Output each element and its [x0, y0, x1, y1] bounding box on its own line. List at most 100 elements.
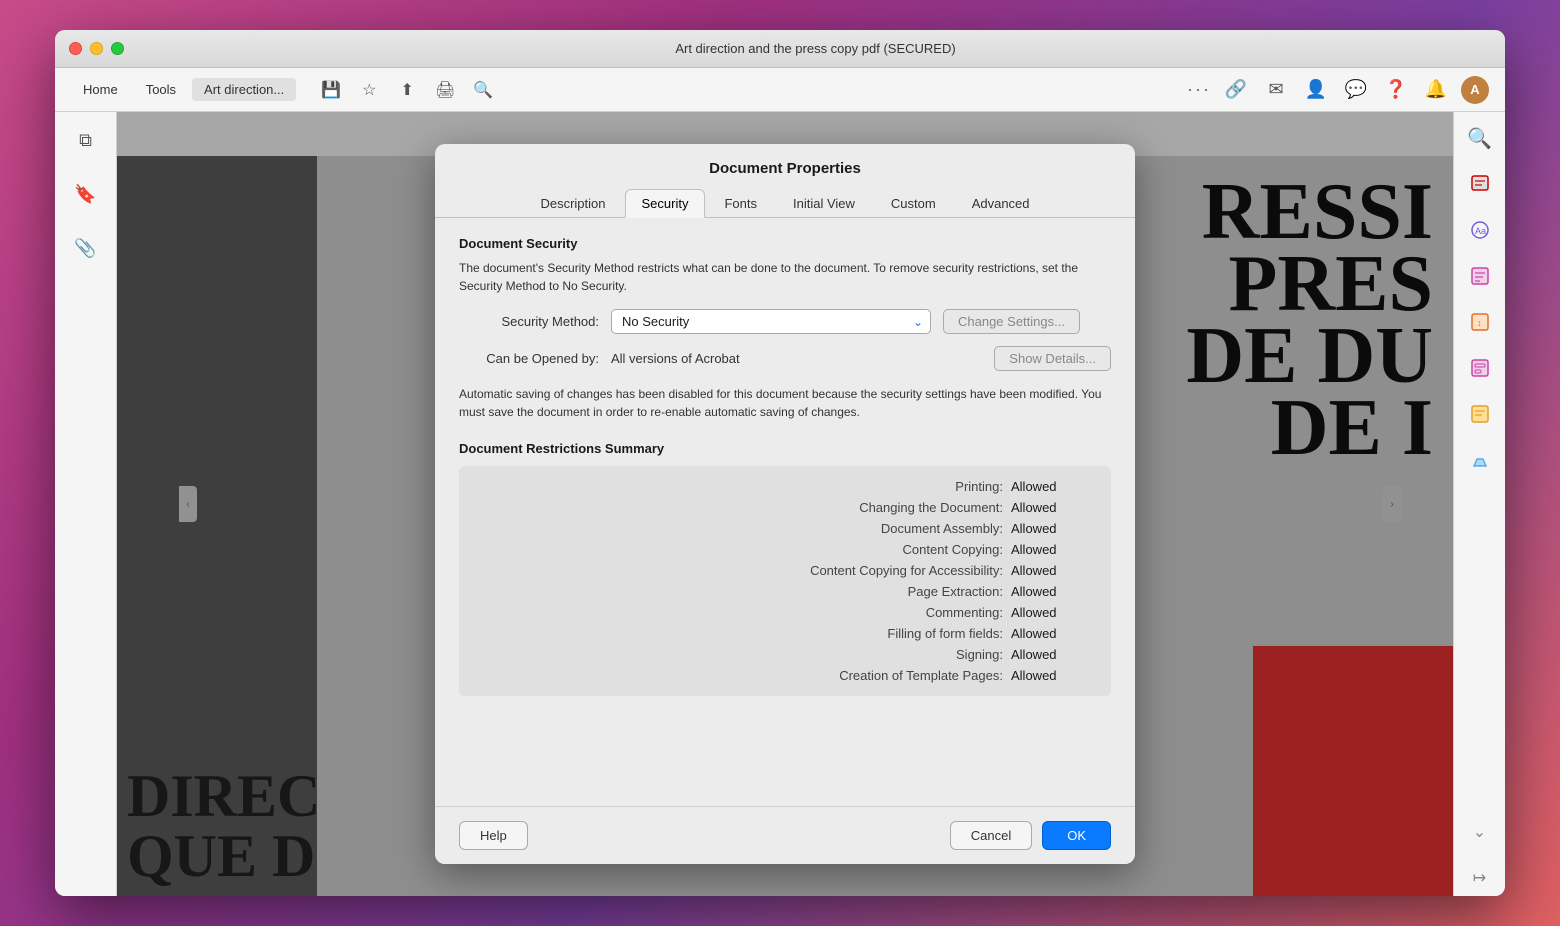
show-details-button[interactable]: Show Details... — [994, 346, 1111, 371]
can-be-opened-value: All versions of Acrobat — [611, 351, 982, 366]
add-user-icon[interactable]: 👤 — [1301, 75, 1331, 105]
restrictions-table: Printing:AllowedChanging the Document:Al… — [459, 466, 1111, 696]
maximize-button[interactable] — [111, 42, 124, 55]
footer-right: Cancel OK — [950, 821, 1111, 850]
security-method-row: Security Method: No Security ⌄ Change Se… — [459, 309, 1111, 334]
restriction-label: Creation of Template Pages: — [743, 668, 1003, 683]
print-icon[interactable]: 🖨 — [430, 75, 460, 105]
upload-icon[interactable]: ⬆ — [392, 75, 422, 105]
restriction-value: Allowed — [1011, 542, 1091, 557]
autosave-notice: Automatic saving of changes has been dis… — [459, 385, 1111, 421]
restriction-value: Allowed — [1011, 605, 1091, 620]
dialog-content: Document Security The document's Securit… — [435, 218, 1135, 806]
toolbar-nav: Home Tools Art direction... — [71, 78, 296, 101]
dialog-title-bar: Document Properties — [435, 144, 1135, 189]
dialog-overlay: Document Properties Description Security… — [117, 112, 1453, 896]
mail-icon[interactable]: ✉ — [1261, 75, 1291, 105]
restriction-row: Signing:Allowed — [459, 644, 1091, 665]
restriction-value: Allowed — [1011, 626, 1091, 641]
help-icon[interactable]: ❓ — [1381, 75, 1411, 105]
restriction-row: Printing: Allowed — [459, 476, 1091, 497]
compress-icon[interactable]: ↕ — [1462, 304, 1498, 340]
tab-security[interactable]: Security — [625, 189, 706, 218]
restriction-label: Changing the Document: — [743, 500, 1003, 515]
share-icon[interactable]: 🔗 — [1221, 75, 1251, 105]
window-title: Art direction and the press copy pdf (SE… — [140, 41, 1491, 56]
app-body: ⧉ 🔖 📎 DIRECQUE D RESSIPRESDE DUDE I ‹ › — [55, 112, 1505, 896]
can-be-opened-label: Can be Opened by: — [459, 351, 599, 366]
search-icon[interactable]: 🔍 — [468, 75, 498, 105]
help-button[interactable]: Help — [459, 821, 528, 850]
save-icon[interactable]: 💾 — [316, 75, 346, 105]
zoom-in-icon[interactable]: 🔍 — [1462, 120, 1498, 156]
translate-icon[interactable]: Aa — [1462, 212, 1498, 248]
tab-initial-view[interactable]: Initial View — [776, 189, 872, 218]
security-method-select-wrapper: No Security ⌄ — [611, 309, 931, 334]
pages-icon[interactable]: ⧉ — [68, 122, 104, 158]
tab-description[interactable]: Description — [523, 189, 622, 218]
close-button[interactable] — [69, 42, 82, 55]
restriction-row: Creation of Template Pages: Allowed — [459, 665, 1091, 686]
change-settings-button[interactable]: Change Settings... — [943, 309, 1080, 334]
security-method-select[interactable]: No Security — [611, 309, 931, 334]
restriction-value: Allowed — [1011, 563, 1091, 578]
tab-advanced[interactable]: Advanced — [955, 189, 1047, 218]
restriction-label: Printing: — [743, 479, 1003, 494]
edit-pdf-icon[interactable] — [1462, 166, 1498, 202]
restriction-label: Page Extraction: — [743, 584, 1003, 599]
restriction-label: Filling of form fields: — [743, 626, 1003, 641]
tab-custom[interactable]: Custom — [874, 189, 953, 218]
notification-icon[interactable]: 🔔 — [1421, 75, 1451, 105]
title-bar: Art direction and the press copy pdf (SE… — [55, 30, 1505, 68]
nav-tools[interactable]: Tools — [134, 78, 188, 101]
restriction-row: Commenting: Allowed — [459, 602, 1091, 623]
ok-button[interactable]: OK — [1042, 821, 1111, 850]
expand-icon[interactable]: ⌄ — [1462, 814, 1498, 850]
restriction-label: Content Copying: — [743, 542, 1003, 557]
traffic-lights — [69, 42, 124, 55]
app-toolbar: Home Tools Art direction... 💾 ☆ ⬆ 🖨 🔍 ··… — [55, 68, 1505, 112]
user-avatar[interactable]: A — [1461, 76, 1489, 104]
restrictions-section: Document Restrictions Summary Printing: A… — [459, 441, 1111, 696]
restriction-row: Content Copying for Accessibility: Allowe… — [459, 560, 1091, 581]
sticky-note-icon[interactable] — [1462, 396, 1498, 432]
bookmark-sidebar-icon[interactable]: 🔖 — [68, 176, 104, 212]
chat-icon[interactable]: 💬 — [1341, 75, 1371, 105]
restrictions-title: Document Restrictions Summary — [459, 441, 1111, 456]
restriction-label: Commenting: — [743, 605, 1003, 620]
restriction-value: Allowed — [1011, 584, 1091, 599]
toolbar-right: ··· 🔗 ✉ 👤 💬 ❓ 🔔 A — [1187, 75, 1489, 105]
restriction-label: Content Copying for Accessibility: — [743, 563, 1003, 578]
attachment-icon[interactable]: 📎 — [68, 230, 104, 266]
highlight-icon[interactable] — [1462, 442, 1498, 478]
cancel-button[interactable]: Cancel — [950, 821, 1032, 850]
restriction-value: Allowed — [1011, 668, 1091, 683]
svg-text:↕: ↕ — [1477, 318, 1482, 328]
exit-icon[interactable]: ↦ — [1462, 860, 1498, 896]
document-properties-dialog: Document Properties Description Security… — [435, 144, 1135, 864]
restriction-row: Filling of form fields: Allowed — [459, 623, 1091, 644]
document-security-title: Document Security — [459, 236, 1111, 251]
restriction-row: Document Assembly: Allowed — [459, 518, 1091, 539]
minimize-button[interactable] — [90, 42, 103, 55]
restriction-value: Allowed — [1011, 521, 1091, 536]
nav-home[interactable]: Home — [71, 78, 130, 101]
summarize-icon[interactable] — [1462, 258, 1498, 294]
nav-document[interactable]: Art direction... — [192, 78, 296, 101]
form-icon[interactable] — [1462, 350, 1498, 386]
restriction-value: Allowed — [1011, 647, 1091, 662]
dialog-title: Document Properties — [455, 160, 1115, 177]
mac-window: Art direction and the press copy pdf (SE… — [55, 30, 1505, 896]
security-method-label: Security Method: — [459, 314, 599, 329]
svg-text:Aa: Aa — [1475, 226, 1486, 236]
restriction-label: Document Assembly: — [743, 521, 1003, 536]
restriction-row: Page Extraction: Allowed — [459, 581, 1091, 602]
more-options-icon[interactable]: ··· — [1187, 79, 1211, 100]
tab-fonts[interactable]: Fonts — [707, 189, 774, 218]
restriction-row: Content Copying: Allowed — [459, 539, 1091, 560]
restriction-value: Allowed — [1011, 479, 1091, 494]
bookmark-icon[interactable]: ☆ — [354, 75, 384, 105]
restriction-row: Changing the Document:Allowed — [459, 497, 1091, 518]
dialog-tabs: Description Security Fonts Initial View … — [435, 189, 1135, 218]
dialog-footer: Help Cancel OK — [435, 806, 1135, 864]
